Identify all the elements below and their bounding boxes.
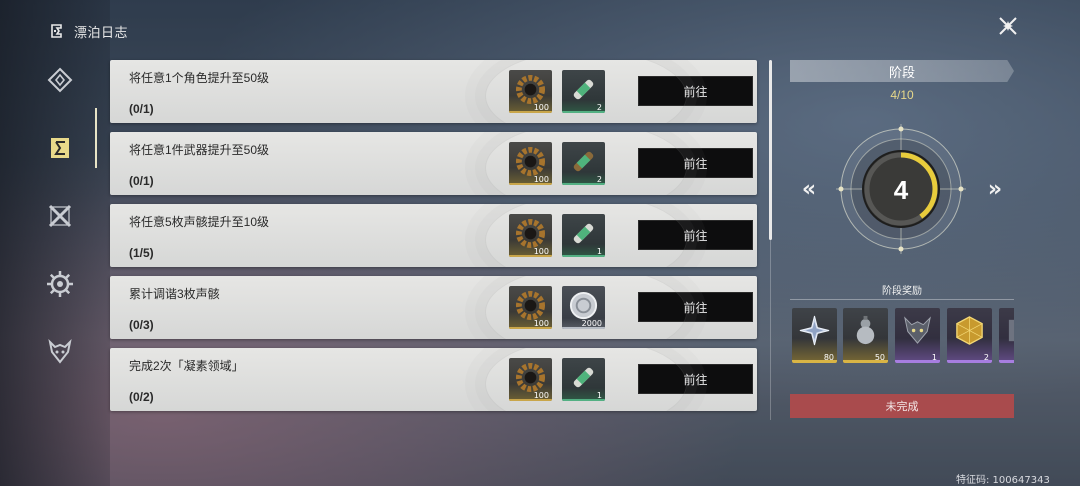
go-button[interactable]: 前往	[638, 364, 753, 394]
close-button[interactable]	[994, 14, 1022, 42]
green-capsule-icon	[573, 79, 594, 100]
stage-rewards-label: 阶段奖励	[882, 286, 922, 297]
reward-count: 100	[533, 175, 549, 184]
stage-fraction: 4/10	[890, 88, 914, 102]
reward-slot[interactable]: 100	[509, 70, 552, 113]
task-row: 将任意5枚声骸提升至10级 (1/5) 100 1 前往	[110, 204, 757, 267]
ring-gear-icon	[515, 218, 546, 249]
stage-reward-slot[interactable]	[999, 308, 1014, 363]
page-header: 漂泊日志	[48, 20, 128, 42]
go-button[interactable]: 前往	[638, 76, 753, 106]
nav-item-beast[interactable]	[38, 332, 82, 376]
task-progress: (0/3)	[129, 318, 154, 332]
ring-gear-icon	[515, 74, 546, 105]
reward-slot[interactable]: 100	[509, 286, 552, 329]
incomplete-status-button[interactable]: 未完成	[790, 394, 1014, 418]
divider	[790, 299, 1014, 300]
task-list: 将任意1个角色提升至50级 (0/1) 100 2 前往 将任意1件武器提升至5…	[110, 60, 757, 420]
nav-item-emblem[interactable]	[38, 60, 82, 104]
reward-count: 2	[596, 103, 602, 112]
close-x-icon	[997, 15, 1019, 42]
reward-count: 1	[596, 247, 602, 256]
ring-gear-icon	[515, 290, 546, 321]
nav-item-blades[interactable]	[38, 196, 82, 240]
reward-count: 100	[533, 247, 549, 256]
task-title: 将任意1件武器提升至50级	[129, 143, 270, 157]
reward-slot[interactable]: 2	[562, 142, 605, 185]
reward-slot[interactable]: 100	[509, 214, 552, 257]
gold-cube-icon	[956, 316, 983, 345]
nav-item-gear[interactable]	[38, 264, 82, 308]
go-button[interactable]: 前往	[638, 220, 753, 250]
reward-slot[interactable]: 100	[509, 142, 552, 185]
reward-slot[interactable]: 2000	[562, 286, 605, 329]
task-title: 完成2次「凝素领域」	[129, 359, 244, 373]
gourd-bottle-icon	[856, 315, 875, 345]
next-stage-button[interactable]: »	[984, 177, 1006, 202]
player-uid: 特征码: 100647343	[956, 475, 1050, 486]
scrollbar-thumb[interactable]	[769, 60, 772, 240]
wolf-head-icon	[904, 316, 931, 344]
task-row: 完成2次「凝素领域」 (0/2) 100 1 前往	[110, 348, 757, 411]
stage-reward-slot[interactable]: 2	[947, 308, 992, 363]
beast-mask-icon	[47, 338, 73, 370]
task-progress: (0/2)	[129, 390, 154, 404]
stage-reward-slot[interactable]: 1	[895, 308, 940, 363]
task-row: 累计调谐3枚声骸 (0/3) 100 2000 前往	[110, 276, 757, 339]
diamond-emblem-icon	[47, 67, 73, 98]
page-title: 漂泊日志	[74, 24, 129, 40]
journal-icon	[48, 22, 66, 40]
task-progress: (0/1)	[129, 102, 154, 116]
reward-count: 1	[596, 391, 602, 400]
crossed-blades-icon	[47, 203, 73, 234]
task-progress: (0/1)	[129, 174, 154, 188]
reward-count: 100	[533, 103, 549, 112]
task-title: 累计调谐3枚声骸	[129, 287, 220, 301]
go-button[interactable]: 前往	[638, 148, 753, 178]
stage-rewards-list: 80 50 1 2	[792, 308, 1014, 364]
gear-sun-icon	[46, 270, 74, 303]
reward-slot[interactable]: 1	[562, 214, 605, 257]
stage-title: 阶段	[790, 60, 1014, 82]
journal-icon	[47, 135, 73, 166]
silver-shell-coin-icon	[569, 291, 598, 320]
reward-count: 2	[596, 175, 602, 184]
reward-count: 2000	[581, 319, 602, 328]
reward-slot[interactable]: 100	[509, 358, 552, 401]
green-capsule-icon	[573, 223, 594, 244]
partial-item-icon	[1008, 319, 1014, 342]
prev-stage-button[interactable]: «	[798, 177, 820, 202]
nav-active-indicator	[95, 108, 97, 168]
task-title: 将任意1个角色提升至50级	[129, 71, 270, 85]
task-title: 将任意5枚声骸提升至10级	[129, 215, 270, 229]
nav-item-journal[interactable]	[38, 128, 82, 172]
stage-number: 4	[893, 174, 909, 205]
green-capsule-icon	[573, 151, 594, 172]
reward-count: 100	[533, 319, 549, 328]
reward-count: 100	[533, 391, 549, 400]
go-button[interactable]: 前往	[638, 292, 753, 322]
crystal-star-icon	[799, 315, 830, 346]
task-row: 将任意1个角色提升至50级 (0/1) 100 2 前往	[110, 60, 757, 123]
task-progress: (1/5)	[129, 246, 154, 260]
ring-gear-icon	[515, 146, 546, 177]
stage-reward-slot[interactable]: 80	[792, 308, 837, 363]
reward-slot[interactable]: 2	[562, 70, 605, 113]
green-capsule-icon	[573, 367, 594, 388]
task-row: 将任意1件武器提升至50级 (0/1) 100 2 前往	[110, 132, 757, 195]
stage-reward-slot[interactable]: 50	[843, 308, 888, 363]
ring-gear-icon	[515, 362, 546, 393]
side-nav	[38, 60, 82, 400]
reward-slot[interactable]: 1	[562, 358, 605, 401]
